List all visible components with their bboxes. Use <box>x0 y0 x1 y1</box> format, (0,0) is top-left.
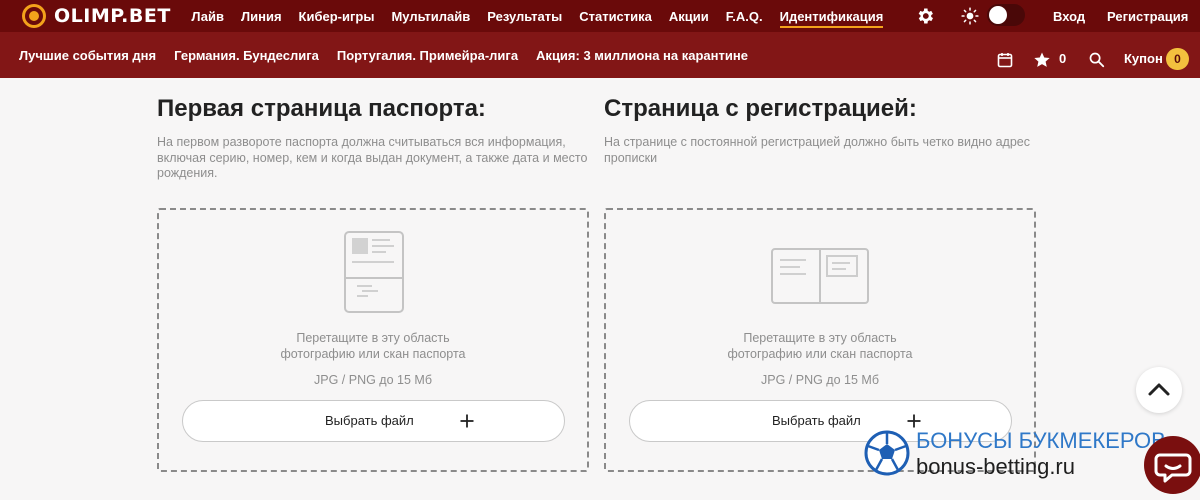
coupon-count-badge: 0 <box>1166 48 1189 70</box>
subnav-item-top-events[interactable]: Лучшие события дня <box>19 48 156 63</box>
passport-section-description: На первом развороте паспорта должна счит… <box>157 135 588 180</box>
registration-choose-file-label: Выбрать файл <box>772 413 861 428</box>
sun-icon <box>961 7 979 25</box>
passport-drop-hint-line1: Перетащите в эту область <box>296 331 450 345</box>
theme-toggle-knob <box>989 6 1007 24</box>
watermark-title: БОНУСЫ БУКМЕКЕРОВ <box>916 428 1166 453</box>
passport-section-title: Первая страница паспорта: <box>157 95 486 122</box>
logo[interactable]: OLIMP.BET <box>22 0 171 32</box>
passport-choose-file-label: Выбрать файл <box>325 413 414 428</box>
nav-item-line[interactable]: Линия <box>241 0 282 32</box>
nav-item-statistics[interactable]: Статистика <box>579 0 652 32</box>
login-link[interactable]: Вход <box>1053 0 1085 32</box>
passport-file-formats: JPG / PNG до 15 Мб <box>314 373 432 387</box>
scroll-to-top-button[interactable] <box>1136 367 1182 413</box>
chevron-up-icon <box>1148 383 1170 396</box>
registration-drop-hint-line2: фотографию или скан паспорта <box>727 347 913 361</box>
nav-item-faq[interactable]: F.A.Q. <box>726 0 763 32</box>
nav-item-results[interactable]: Результаты <box>487 0 562 32</box>
passport-page-icon <box>344 231 404 313</box>
nav-item-multilive[interactable]: Мультилайв <box>391 0 470 32</box>
nav-item-promotions[interactable]: Акции <box>669 0 709 32</box>
passport-spread-icon <box>771 248 869 304</box>
nav-item-esports[interactable]: Кибер-игры <box>299 0 375 32</box>
register-link[interactable]: Регистрация <box>1107 0 1188 32</box>
nav-item-identification[interactable]: Идентификация <box>779 0 883 32</box>
chat-button[interactable] <box>1144 436 1200 494</box>
passport-dropzone[interactable]: Перетащите в эту область фотографию или … <box>157 208 589 472</box>
calendar-icon[interactable] <box>997 52 1013 68</box>
passport-drop-hint-line2: фотографию или скан паспорта <box>280 347 466 361</box>
logo-text: OLIMP.BET <box>54 5 171 27</box>
sub-navbar: Лучшие события дня Германия. Бундеслига … <box>0 32 1200 78</box>
registration-section-description: На странице с постоянной регистрацией до… <box>604 135 1031 165</box>
star-icon[interactable] <box>1033 51 1051 69</box>
plus-icon <box>460 414 474 428</box>
passport-choose-file-button[interactable]: Выбрать файл <box>182 400 565 442</box>
logo-icon <box>22 4 46 28</box>
subnav-item-primeira-liga[interactable]: Португалия. Примейра-лига <box>337 48 518 63</box>
subnav-item-bundesliga[interactable]: Германия. Бундеслига <box>174 48 319 63</box>
watermark: БОНУСЫ БУКМЕКЕРОВ bonus-betting.ru <box>864 428 1180 484</box>
registration-drop-hint-line1: Перетащите в эту область <box>743 331 897 345</box>
subnav-item-promo[interactable]: Акция: 3 миллиона на карантине <box>536 48 748 63</box>
soccer-ball-icon <box>864 430 910 476</box>
chat-icon <box>1154 453 1192 483</box>
coupon-label[interactable]: Купон <box>1124 51 1163 66</box>
main-nav: Лайв Линия Кибер-игры Мультилайв Результ… <box>183 0 892 32</box>
favorites-count: 0 <box>1059 51 1067 66</box>
gear-icon[interactable] <box>915 6 935 26</box>
plus-icon <box>907 414 921 428</box>
theme-toggle[interactable] <box>987 4 1025 26</box>
search-icon[interactable] <box>1088 51 1105 68</box>
nav-item-live[interactable]: Лайв <box>191 0 224 32</box>
watermark-url: bonus-betting.ru <box>916 454 1075 479</box>
registration-file-formats: JPG / PNG до 15 Мб <box>761 373 879 387</box>
registration-section-title: Страница с регистрацией: <box>604 95 917 122</box>
